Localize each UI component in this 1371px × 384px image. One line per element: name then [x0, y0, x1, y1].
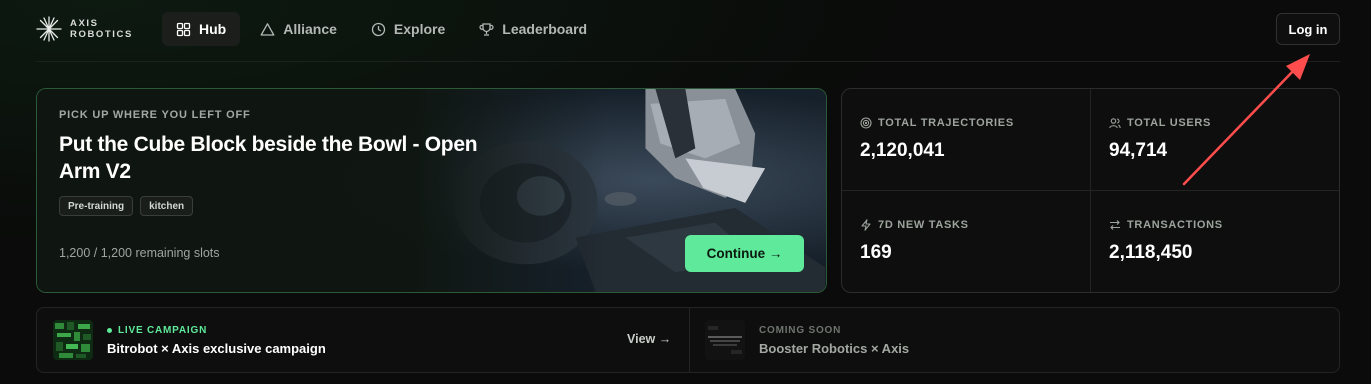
nav-item-explore[interactable]: Explore [357, 12, 459, 46]
grid-icon [176, 22, 191, 36]
tag-pre-training[interactable]: Pre-training [59, 196, 134, 216]
task-tags: Pre-training kitchen [59, 196, 194, 216]
stat-7d-new-tasks: 7D NEW TASKS 169 [842, 191, 1091, 292]
continue-button[interactable]: Continue → [685, 235, 804, 272]
bitrobot-campaign-thumbnail [53, 320, 93, 360]
stat-value: 2,120,041 [860, 140, 945, 161]
header-divider [36, 61, 1340, 62]
resume-task-card[interactable]: PICK UP WHERE YOU LEFT OFF Put the Cube … [36, 88, 827, 293]
stat-label: TRANSACTIONS [1109, 219, 1223, 231]
brand-line-1: AXIS [70, 18, 99, 29]
nav-item-leaderboard[interactable]: Leaderboard [465, 12, 601, 46]
brand-wordmark: AXIS ROBOTICS [70, 18, 133, 40]
nav-item-alliance[interactable]: Alliance [246, 12, 351, 46]
login-button[interactable]: Log in [1276, 13, 1340, 45]
nav-label-hub: Hub [199, 21, 227, 37]
stat-value: 2,118,450 [1109, 242, 1193, 263]
campaign-divider [689, 308, 690, 372]
hero-eyebrow: PICK UP WHERE YOU LEFT OFF [59, 109, 251, 121]
stat-label: 7D NEW TASKS [860, 219, 969, 231]
stat-label-text: 7D NEW TASKS [878, 219, 969, 231]
live-campaign-status-text: LIVE CAMPAIGN [118, 325, 208, 336]
campaigns-bar: LIVE CAMPAIGN Bitrobot × Axis exclusive … [36, 307, 1340, 373]
live-campaign-title[interactable]: Bitrobot × Axis exclusive campaign [107, 341, 326, 356]
brand-logo[interactable]: AXIS ROBOTICS [36, 16, 133, 42]
triangle-icon [260, 22, 275, 36]
trophy-icon [479, 22, 494, 36]
stat-label: TOTAL USERS [1109, 117, 1211, 129]
starburst-logo-icon [36, 16, 62, 42]
coming-soon-status: COMING SOON [759, 325, 842, 336]
target-icon [860, 117, 872, 129]
live-campaign-status: LIVE CAMPAIGN [107, 325, 207, 336]
stat-transactions: TRANSACTIONS 2,118,450 [1091, 191, 1339, 292]
task-title: Put the Cube Block beside the Bowl - Ope… [59, 133, 478, 183]
stat-value: 94,714 [1109, 140, 1168, 161]
users-icon [1109, 118, 1121, 129]
stats-panel: TOTAL TRAJECTORIES 2,120,041 TOTAL USERS… [841, 88, 1340, 293]
stat-total-trajectories: TOTAL TRAJECTORIES 2,120,041 [842, 89, 1091, 191]
nav-item-hub[interactable]: Hub [162, 12, 241, 46]
nav-label-leaderboard: Leaderboard [502, 21, 588, 37]
stat-label-text: TRANSACTIONS [1127, 219, 1223, 231]
stat-total-users: TOTAL USERS 94,714 [1091, 89, 1339, 191]
live-dot-icon [107, 328, 112, 333]
swap-icon [1110, 220, 1120, 230]
nav-label-explore: Explore [393, 21, 446, 37]
main-nav: Hub Alliance Explore Leaderboard [162, 12, 601, 46]
view-campaign-link[interactable]: View → [627, 332, 671, 346]
coming-soon-title: Booster Robotics × Axis [759, 341, 910, 356]
tag-kitchen[interactable]: kitchen [140, 196, 194, 216]
remaining-slots: 1,200 / 1,200 remaining slots [59, 246, 220, 260]
bolt-icon [861, 219, 871, 231]
top-header: AXIS ROBOTICS Hub Alliance Explore Leade… [0, 0, 1371, 62]
clock-icon [371, 22, 386, 36]
booster-campaign-thumbnail [705, 320, 745, 360]
stat-value: 169 [860, 242, 892, 263]
stat-label: TOTAL TRAJECTORIES [860, 117, 1014, 129]
stat-label-text: TOTAL TRAJECTORIES [878, 117, 1014, 129]
stat-label-text: TOTAL USERS [1127, 117, 1212, 129]
nav-label-alliance: Alliance [283, 21, 337, 37]
brand-line-2: ROBOTICS [70, 29, 133, 40]
